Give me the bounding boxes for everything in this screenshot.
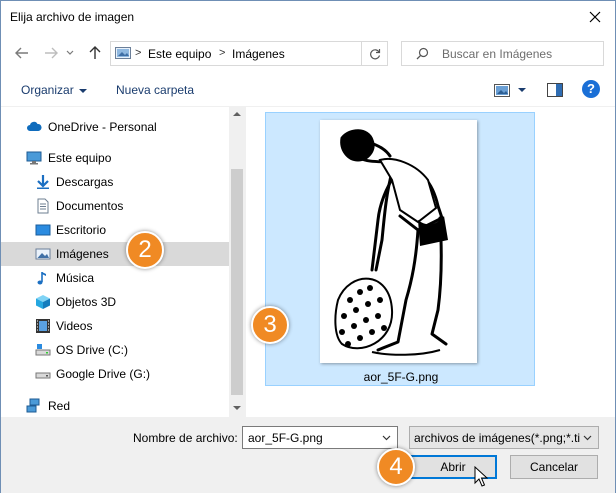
document-icon: [37, 198, 49, 214]
organize-label: Organizar: [21, 83, 74, 97]
film-icon: [36, 319, 50, 333]
forward-button[interactable]: [41, 43, 61, 63]
nav-item-google-drive[interactable]: Google Drive (G:): [1, 362, 229, 386]
scroll-down-icon[interactable]: [233, 406, 241, 410]
chevron-down-icon: [66, 50, 74, 55]
pictures-icon: [35, 248, 51, 260]
close-icon: [589, 11, 601, 23]
nav-item-label: Videos: [56, 319, 93, 333]
nav-item-label: Objetos 3D: [56, 295, 117, 309]
back-button[interactable]: [12, 43, 32, 63]
nav-item-3d-objects[interactable]: Objetos 3D: [1, 290, 229, 314]
window-title: Elija archivo de imagen: [10, 10, 135, 24]
arrow-up-icon: [89, 46, 101, 59]
recent-locations-button[interactable]: [63, 43, 77, 63]
cube-icon: [36, 295, 50, 309]
cloud-icon: [27, 121, 42, 131]
step-badge-2: 2: [126, 231, 164, 269]
desktop-icon: [35, 224, 51, 236]
chevron-down-icon: [583, 435, 592, 441]
file-type-select[interactable]: archivos de imágenes(*.png;*.ti: [409, 426, 599, 449]
search-input[interactable]: Buscar en Imágenes: [401, 41, 604, 66]
up-button[interactable]: [85, 43, 105, 63]
navigation-bar: > Este equipo > Imágenes Buscar en Imáge…: [1, 33, 615, 73]
file-list: aor_5F-G.png: [246, 107, 615, 417]
organize-menu[interactable]: Organizar: [21, 83, 87, 97]
chevron-down-icon[interactable]: [382, 435, 391, 441]
file-thumbnail: [320, 120, 477, 363]
nav-item-os-drive[interactable]: OS Drive (C:): [1, 338, 229, 362]
step-badge-3: 3: [251, 306, 289, 344]
nav-item-label: Descargas: [56, 175, 114, 189]
computer-icon: [26, 151, 42, 165]
search-placeholder: Buscar en Imágenes: [442, 47, 553, 61]
preview-pane-icon[interactable]: [547, 83, 563, 97]
bottom-panel: Nombre de archivo: aor_5F-G.png archivos…: [1, 417, 615, 493]
search-icon: [416, 47, 429, 60]
network-icon: [26, 398, 40, 413]
title-bar: Elija archivo de imagen: [1, 1, 615, 33]
breadcrumb-separator-icon: >: [219, 47, 226, 59]
help-icon[interactable]: ?: [582, 80, 600, 98]
nav-item-label: OneDrive - Personal: [48, 120, 157, 134]
step-badge-4: 4: [377, 448, 415, 486]
nav-item-label: OS Drive (C:): [56, 343, 128, 357]
filename-value: aor_5F-G.png: [248, 431, 323, 445]
file-item-selected[interactable]: aor_5F-G.png: [265, 112, 535, 386]
drive-icon: [35, 372, 51, 379]
nav-item-onedrive[interactable]: OneDrive - Personal: [1, 115, 229, 139]
nav-item-network[interactable]: Red: [1, 394, 229, 418]
nav-item-downloads[interactable]: Descargas: [1, 170, 229, 194]
mouse-cursor-icon: [474, 466, 488, 487]
scroll-up-icon[interactable]: [233, 112, 241, 116]
file-name-label: aor_5F-G.png: [363, 370, 439, 384]
cancel-button[interactable]: Cancelar: [510, 455, 598, 479]
music-icon: [37, 272, 46, 285]
pictures-folder-icon: [115, 47, 131, 59]
view-options-dropdown[interactable]: [518, 88, 526, 92]
nav-item-videos[interactable]: Videos: [1, 314, 229, 338]
change-view-icon[interactable]: [494, 84, 510, 97]
download-icon: [37, 175, 49, 189]
command-bar: Organizar Nueva carpeta ?: [1, 73, 615, 107]
refresh-icon: [369, 48, 380, 59]
drive-icon: [35, 344, 51, 356]
navigation-pane: OneDrive - Personal Este equipo Descarga…: [1, 107, 246, 418]
nav-item-this-pc[interactable]: Este equipo: [1, 146, 229, 170]
caret-down-icon: [78, 88, 87, 93]
nav-item-desktop[interactable]: Escritorio: [1, 218, 229, 242]
nav-item-label: Documentos: [56, 199, 124, 213]
refresh-button[interactable]: [361, 41, 387, 66]
file-type-value: archivos de imágenes(*.png;*.ti: [414, 431, 581, 445]
nav-item-documents[interactable]: Documentos: [1, 194, 229, 218]
nav-item-music[interactable]: Música: [1, 266, 229, 290]
arrow-left-icon: [15, 47, 28, 59]
nav-item-pictures[interactable]: Imágenes: [1, 242, 229, 266]
scrollbar-thumb[interactable]: [231, 169, 243, 395]
address-bar[interactable]: > Este equipo > Imágenes: [110, 41, 437, 66]
nav-item-label: Escritorio: [56, 223, 107, 237]
breadcrumb-this-pc[interactable]: Este equipo: [148, 47, 211, 61]
nav-item-label: Google Drive (G:): [56, 367, 151, 381]
navigation-scrollbar[interactable]: [229, 107, 246, 417]
boy-drawing-image: [334, 129, 448, 356]
nav-item-label: Imágenes: [56, 247, 109, 261]
close-button[interactable]: [581, 5, 609, 29]
new-folder-button[interactable]: Nueva carpeta: [116, 83, 194, 97]
file-open-dialog: Elija archivo de imagen > Este equipo > …: [0, 0, 616, 493]
breadcrumb-separator-icon: >: [135, 47, 142, 59]
nav-item-label: Música: [56, 271, 95, 285]
breadcrumb-pictures[interactable]: Imágenes: [232, 47, 285, 61]
nav-item-label: Red: [48, 399, 71, 413]
filename-input[interactable]: aor_5F-G.png: [242, 426, 398, 449]
filename-label: Nombre de archivo:: [133, 431, 238, 445]
arrow-right-icon: [45, 47, 58, 59]
nav-item-label: Este equipo: [48, 151, 112, 165]
